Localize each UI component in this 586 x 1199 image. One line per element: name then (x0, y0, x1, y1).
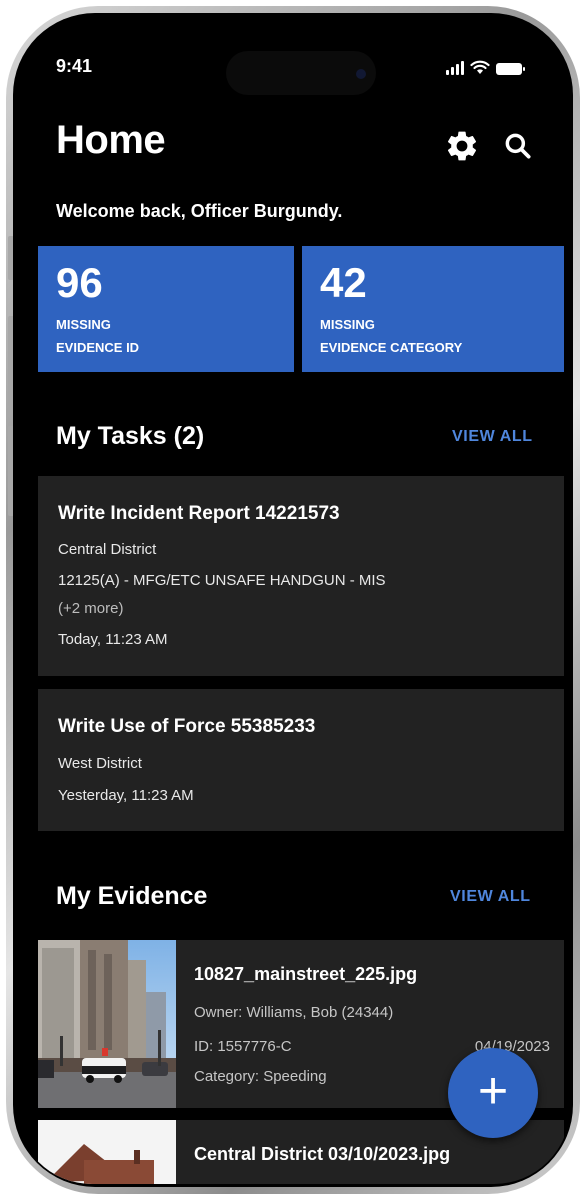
add-button[interactable]: + (448, 1048, 538, 1138)
task-charge: 12125(A) - MFG/ETC UNSAFE HANDGUN - MIS (58, 572, 386, 589)
task-card[interactable]: Write Incident Report 14221573 Central D… (38, 476, 564, 676)
evidence-title: 10827_mainstreet_225.jpg (194, 964, 418, 984)
welcome-message: Welcome back, Officer Burgundy. (56, 201, 343, 221)
status-time: 9:41 (56, 56, 93, 76)
evidence-category: Category: Speeding (194, 1068, 327, 1085)
page-title: Home (56, 118, 166, 162)
task-more: (+2 more) (58, 600, 124, 617)
task-time: Today, 11:23 AM (58, 631, 168, 648)
evidence-id: ID: 1557776-C (194, 1038, 292, 1055)
search-icon[interactable] (502, 130, 534, 162)
status-icons (446, 60, 525, 75)
task-card[interactable]: Write Use of Force 55385233 West Distric… (38, 689, 564, 831)
evidence-owner: Owner: Williams, Bob (24344) (194, 1004, 394, 1021)
gear-icon[interactable] (444, 128, 480, 164)
stat-label: MISSING EVIDENCE ID (56, 317, 140, 355)
evidence-heading: My Evidence (56, 882, 208, 910)
task-district: West District (58, 755, 142, 772)
plus-icon: + (477, 1062, 509, 1120)
task-time: Yesterday, 11:23 AM (58, 787, 194, 804)
stat-value: 96 (56, 259, 103, 306)
task-district: Central District (58, 541, 157, 558)
evidence-thumbnail (38, 1120, 176, 1184)
task-title: Write Incident Report 14221573 (58, 503, 340, 524)
battery-icon (496, 63, 525, 75)
app-screen: 9:41 Home Welcome back, Officer Burgundy… (16, 16, 570, 1184)
evidence-thumbnail (38, 940, 176, 1108)
signal-icon (446, 61, 464, 75)
front-camera (356, 69, 366, 79)
stat-value: 42 (320, 259, 367, 306)
stat-missing-evidence-id[interactable]: 96 MISSING EVIDENCE ID (38, 246, 294, 372)
dynamic-island (226, 51, 376, 95)
stat-missing-evidence-category[interactable]: 42 MISSING EVIDENCE CATEGORY (302, 246, 564, 372)
tasks-heading: My Tasks (2) (56, 422, 205, 450)
wifi-icon (470, 60, 490, 74)
task-title: Write Use of Force 55385233 (58, 716, 316, 737)
evidence-view-all-link[interactable]: VIEW ALL (450, 888, 531, 906)
tasks-view-all-link[interactable]: VIEW ALL (452, 428, 533, 446)
evidence-title: Central District 03/10/2023.jpg (194, 1144, 451, 1164)
stat-label: MISSING EVIDENCE CATEGORY (320, 317, 463, 355)
